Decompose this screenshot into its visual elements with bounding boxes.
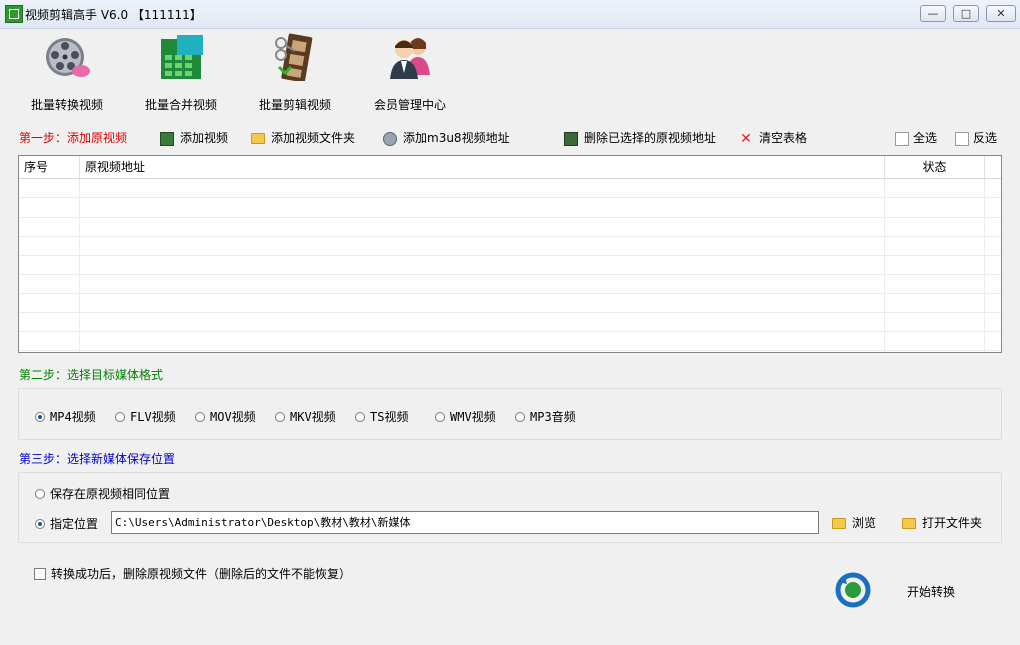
radio-indicator xyxy=(275,411,285,422)
radio-indicator xyxy=(355,411,365,422)
toolbar-label: 批量剪辑视频 xyxy=(258,98,331,112)
add-video-label: 添加视频 xyxy=(180,131,229,145)
select-all-label: 全选 xyxy=(913,131,938,145)
folder-search-icon xyxy=(832,518,846,529)
users-icon xyxy=(390,38,430,79)
video-table[interactable]: 序号 原视频地址 状态 xyxy=(18,155,1002,353)
toolbar-member-center[interactable]: 会员管理中心 xyxy=(360,33,460,115)
format-mov-radio[interactable]: MOV视频 xyxy=(195,409,256,424)
toolbar-batch-convert[interactable]: 批量转换视频 xyxy=(17,33,117,115)
add-m3u8-button[interactable]: 添加m3u8视频地址 xyxy=(383,129,510,147)
invert-selection-button[interactable]: 反选 xyxy=(955,129,997,147)
checkbox-indicator xyxy=(34,567,46,580)
radio-indicator xyxy=(115,411,125,422)
table-row xyxy=(19,274,1001,294)
film-add-icon xyxy=(160,131,174,146)
document-icon xyxy=(955,131,969,146)
table-row xyxy=(19,198,1001,218)
save-same-location-radio[interactable]: 保存在原视频相同位置 xyxy=(35,486,170,501)
add-folder-label: 添加视频文件夹 xyxy=(271,131,356,145)
toolbar-batch-edit[interactable]: 批量剪辑视频 xyxy=(245,33,345,115)
radio-indicator xyxy=(35,518,45,529)
radio-indicator xyxy=(515,411,525,422)
column-header-status[interactable]: 状态 xyxy=(885,156,985,178)
column-header-index[interactable]: 序号 xyxy=(19,156,80,178)
toolbar-batch-merge[interactable]: 批量合并视频 xyxy=(131,33,231,115)
select-all-button[interactable]: 全选 xyxy=(895,129,937,147)
open-folder-label: 打开文件夹 xyxy=(922,516,983,530)
radio-indicator xyxy=(435,411,445,422)
table-row xyxy=(19,255,1001,275)
open-folder-button[interactable]: 打开文件夹 xyxy=(902,514,982,532)
delete-selected-label: 删除已选择的原视频地址 xyxy=(584,131,717,145)
browse-button[interactable]: 浏览 xyxy=(832,514,876,532)
toolbar-label: 会员管理中心 xyxy=(373,98,446,112)
start-convert-button[interactable]: 开始转换 xyxy=(907,583,955,600)
format-ts-radio[interactable]: TS视频 xyxy=(355,409,408,424)
table-row xyxy=(19,217,1001,237)
film-delete-icon xyxy=(564,131,578,146)
network-add-icon xyxy=(383,131,397,146)
merge-grid-icon xyxy=(161,35,203,79)
title-bar: 视频剪辑高手 V6.0 【111111】 — □ ✕ xyxy=(0,0,1020,29)
radio-indicator xyxy=(35,411,45,422)
add-video-button[interactable]: 添加视频 xyxy=(160,129,228,147)
toolbar-label: 批量合并视频 xyxy=(144,98,217,112)
radio-indicator xyxy=(195,411,205,422)
column-header-source[interactable]: 原视频地址 xyxy=(80,156,885,178)
folder-add-icon xyxy=(251,133,265,144)
radio-indicator xyxy=(35,488,45,499)
folder-open-icon xyxy=(902,518,916,529)
browse-label: 浏览 xyxy=(852,516,877,530)
film-scissors-icon xyxy=(275,33,313,81)
app-logo-icon xyxy=(5,5,23,23)
table-row xyxy=(19,178,1001,198)
step3-title: 第三步：选择新媒体保存位置 xyxy=(19,452,176,466)
format-flv-radio[interactable]: FLV视频 xyxy=(115,409,176,424)
add-m3u8-label: 添加m3u8视频地址 xyxy=(403,131,510,145)
window-title: 视频剪辑高手 V6.0 【111111】 xyxy=(25,8,202,22)
clear-table-button[interactable]: ✕ 清空表格 xyxy=(739,129,807,147)
save-path-input[interactable]: C:\Users\Administrator\Desktop\教材\教材\新媒体 xyxy=(111,511,819,534)
maximize-button[interactable]: □ xyxy=(953,5,979,22)
close-button[interactable]: ✕ xyxy=(986,5,1016,22)
save-custom-location-radio[interactable]: 指定位置 xyxy=(35,516,98,531)
step1-title: 第一步：添加原视频 xyxy=(19,131,128,145)
document-icon xyxy=(895,131,909,146)
clear-table-label: 清空表格 xyxy=(759,131,808,145)
add-folder-button[interactable]: 添加视频文件夹 xyxy=(251,129,355,147)
toolbar-label: 批量转换视频 xyxy=(30,98,103,112)
invert-label: 反选 xyxy=(973,131,998,145)
minimize-button[interactable]: — xyxy=(920,5,946,22)
table-row xyxy=(19,236,1001,256)
format-wmv-radio[interactable]: WMV视频 xyxy=(435,409,496,424)
format-mp3-radio[interactable]: MP3音频 xyxy=(515,409,576,424)
table-row xyxy=(19,293,1001,313)
format-mp4-radio[interactable]: MP4视频 xyxy=(35,409,96,424)
format-mkv-radio[interactable]: MKV视频 xyxy=(275,409,336,424)
table-row xyxy=(19,331,1001,351)
table-row xyxy=(19,312,1001,332)
start-convert-icon[interactable] xyxy=(835,572,871,608)
red-x-icon: ✕ xyxy=(740,130,752,147)
delete-after-convert-checkbox[interactable]: 转换成功后，删除原视频文件（删除后的文件不能恢复） xyxy=(34,566,351,581)
film-reel-icon xyxy=(46,38,90,77)
table-header: 序号 原视频地址 状态 xyxy=(19,156,1001,179)
step2-title: 第二步：选择目标媒体格式 xyxy=(19,368,164,382)
delete-selected-button[interactable]: 删除已选择的原视频地址 xyxy=(564,129,716,147)
